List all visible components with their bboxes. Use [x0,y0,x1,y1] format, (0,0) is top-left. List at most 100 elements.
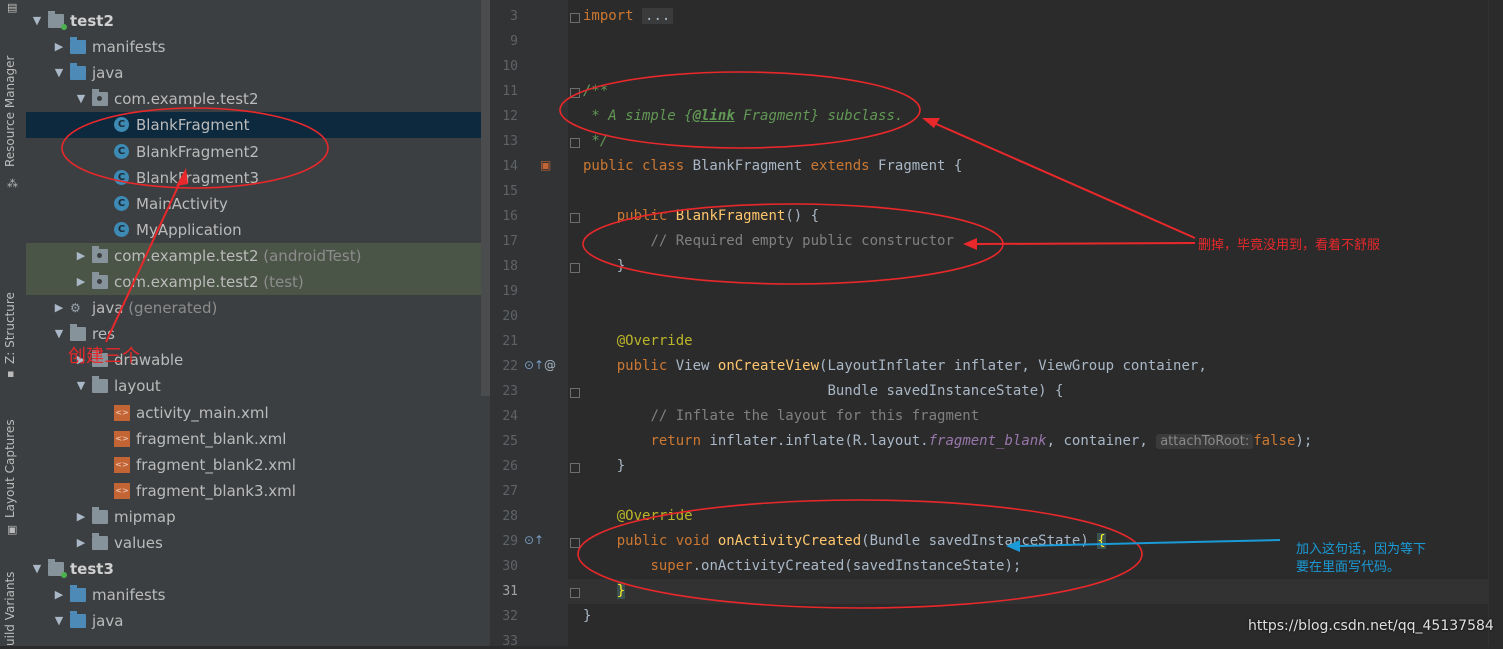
collapse-arrow-icon[interactable]: ▶ [74,530,88,556]
oac-name: onActivityCreated [717,533,862,549]
tree-item[interactable]: C BlankFragment [26,112,481,139]
line-number: 27 [502,484,518,499]
ctor-close: } [616,258,626,274]
structure-icon: ▪ [7,367,15,380]
expand-arrow-icon[interactable]: ▼ [74,373,88,399]
layout-captures-tab[interactable]: Layout Captures [3,418,23,518]
ocv-keyword: public [616,358,676,374]
expand-arrow-icon[interactable]: ▼ [30,556,44,582]
project-tree: ▼ test2 ▶ manifests ▼ java ▼ com.example.test2 C… [26,0,490,646]
fold-marker-icon[interactable] [570,13,580,23]
xml-file-icon: <> [114,482,130,499]
tree-item-suffix: (androidTest) [258,246,362,265]
fold-marker-icon[interactable] [570,463,580,473]
expand-arrow-icon[interactable]: ▼ [74,86,88,112]
oac-keyword: public void [616,533,718,549]
fold-marker-icon[interactable] [570,263,580,273]
note-delete: 删掉，毕竟没用到，看着不舒服 [1198,238,1381,253]
inflate-call: inflater.inflate(R.layout. [709,433,929,449]
collapse-arrow-icon[interactable]: ▶ [52,34,66,60]
tree-item[interactable]: ▶ mipmap [26,504,481,530]
editor-gutter: 3 9 10 11 12 13 14 15 16 17 18 19 20 21 22 23 24 25 26 27 28… [490,0,568,649]
fold-marker-icon[interactable] [570,538,580,548]
oac-params: (Bundle savedInstanceState) [861,533,1098,549]
line-number: 23 [502,384,518,399]
class-gutter-icon[interactable]: ▣ [540,158,551,172]
resource-manager-tab[interactable]: Resource Manager [3,55,23,167]
project-icon[interactable]: ▤ [7,2,19,14]
tree-item-label: activity_main.xml [136,403,269,422]
fold-marker-icon[interactable] [570,138,580,148]
tree-item-suffix: (generated) [123,299,218,318]
tree-item[interactable]: ▶ manifests [26,582,481,608]
line-number: 31 [502,584,518,599]
tool-window-stripe: ▤ Resource Manager ⁂ Z: Structure ▪ Layo… [0,0,27,646]
tree-item[interactable]: <> fragment_blank2.xml [26,452,481,478]
tree-item[interactable]: ▼ java [26,608,481,634]
tree-item-label: java [92,612,124,631]
tree-item[interactable]: ▶ com.example.test2 (test) [26,269,481,295]
import-fold[interactable]: ... [642,8,674,24]
expand-arrow-icon[interactable]: ▼ [30,8,44,34]
override-gutter-icon[interactable]: ⊙↑ [524,533,544,547]
collapse-arrow-icon[interactable]: ▶ [52,582,66,608]
line-number: 30 [502,559,518,574]
expand-arrow-icon[interactable]: ▼ [52,321,66,347]
package-icon [92,89,108,107]
fold-marker-icon[interactable] [570,388,580,398]
tree-item-label: manifests [92,38,166,57]
fold-marker-icon[interactable] [570,213,580,223]
tree-item[interactable]: ▶ manifests [26,34,481,60]
collapse-arrow-icon[interactable]: ▶ [74,269,88,295]
expand-arrow-icon[interactable]: ▼ [52,60,66,86]
tree-item[interactable]: ▼ layout [26,373,481,399]
tree-item[interactable]: ▼ java [26,60,481,86]
tree-item[interactable]: C MyApplication [26,217,481,243]
folder-icon [92,533,108,550]
source-folder-icon [70,585,86,603]
class-name: BlankFragment [692,158,811,174]
tree-item[interactable]: <> fragment_blank3.xml [26,478,481,504]
tree-item[interactable]: ▶ ⚙ java (generated) [26,295,481,321]
line-number: 25 [502,434,518,449]
xml-file-icon: <> [114,456,130,473]
expand-arrow-icon[interactable]: ▼ [52,608,66,634]
tree-item[interactable]: C BlankFragment3 [26,165,481,191]
structure-tab[interactable]: Z: Structure [3,288,23,364]
layout-captures-icon: ▣ [7,523,18,536]
tree-item[interactable]: <> activity_main.xml [26,400,481,426]
tree-item[interactable]: C BlankFragment2 [26,139,481,165]
layout-field: fragment_blank [928,433,1047,449]
fold-marker-icon[interactable] [570,88,580,98]
tree-item[interactable]: ▶ values [26,530,481,556]
editor-scrollbar[interactable] [1488,0,1503,646]
override-gutter-icon[interactable]: ⊙↑ [524,358,544,372]
tree-item[interactable]: C MainActivity [26,191,481,217]
res-folder-icon [70,324,86,342]
note-create-three: 创建三个 [68,346,140,367]
tree-item[interactable]: <> fragment_blank.xml [26,426,481,452]
line-number: 19 [502,284,518,299]
tree-item[interactable]: ▼ com.example.test2 [26,86,481,112]
tree-item-label: fragment_blank3.xml [136,481,296,500]
line-number: 12 [502,109,518,124]
tree-item[interactable]: ▶ com.example.test2 (androidTest) [26,242,481,269]
fold-marker-icon[interactable] [570,588,580,598]
tree-item-label: MainActivity [136,194,228,213]
tree-item-label: manifests [92,586,166,605]
tree-scrollbar[interactable] [481,0,490,396]
build-variants-tab[interactable]: uild Variants [3,571,23,646]
class-icon: C [114,117,129,133]
resource-manager-icon: ⁂ [7,177,18,190]
collapse-arrow-icon[interactable]: ▶ [52,295,66,321]
tree-item[interactable]: ▼ test2 [26,8,481,34]
annotation-gutter-icon[interactable]: @ [544,358,556,372]
tree-item[interactable]: ▼ test3 [26,556,481,582]
super-call: .onActivityCreated(savedInstanceState); [692,558,1022,574]
module-icon [48,11,67,30]
collapse-arrow-icon[interactable]: ▶ [74,243,88,269]
line-number: 3 [510,9,518,24]
class-icon: C [114,195,129,211]
tree-item-label: java [92,64,124,83]
collapse-arrow-icon[interactable]: ▶ [74,504,88,530]
